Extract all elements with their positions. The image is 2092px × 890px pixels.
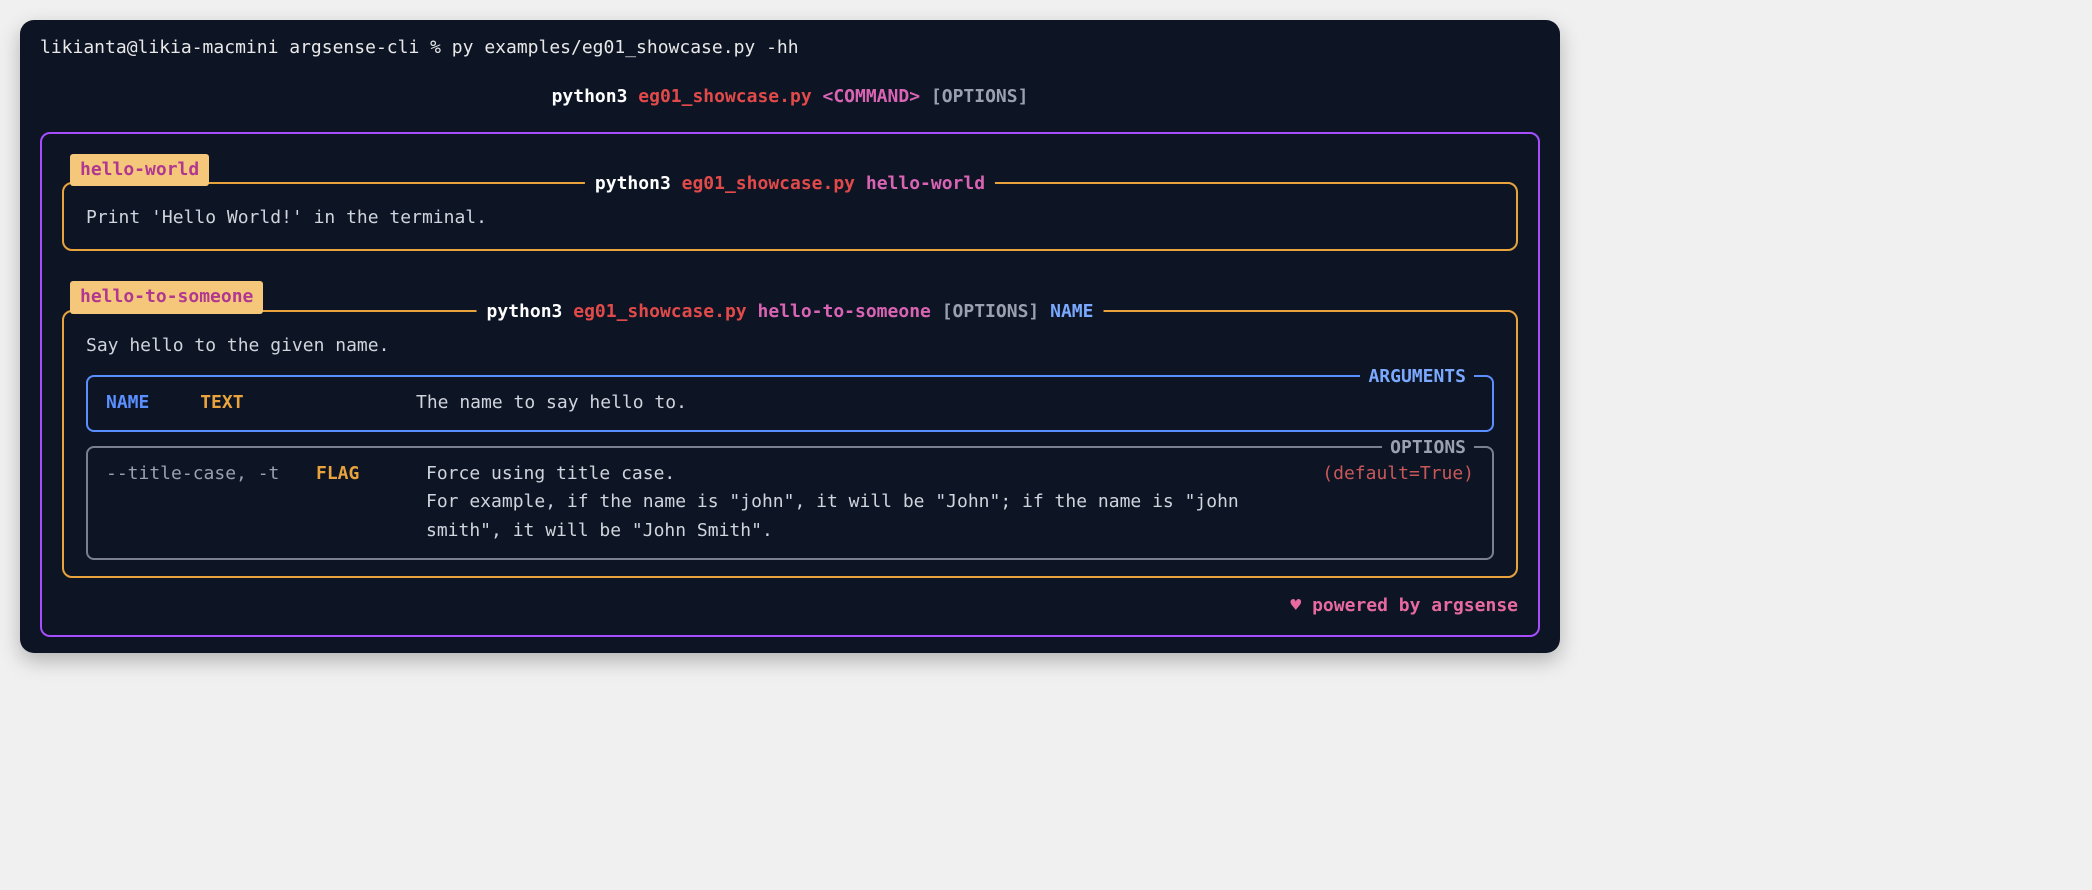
commands-panel: hello-world python3 eg01_showcase.py hel…	[40, 132, 1540, 637]
arg-type: TEXT	[200, 392, 243, 413]
cmd-arg: NAME	[1050, 301, 1093, 322]
command-box-hello-to-someone: python3 eg01_showcase.py hello-to-someon…	[62, 310, 1518, 578]
arg-desc: The name to say hello to.	[416, 389, 1474, 418]
cmd-opts: [OPTIONS]	[942, 301, 1040, 322]
arguments-box: ARGUMENTS NAME TEXT The name to say hell…	[86, 375, 1494, 432]
option-type: FLAG	[316, 460, 426, 546]
cmd-name: hello-to-someone	[757, 301, 930, 322]
arg-spacer	[306, 389, 416, 418]
option-desc-line2: For example, if the name is "john", it w…	[426, 491, 1239, 541]
options-box: OPTIONS --title-case, -t FLAG Force usin…	[86, 446, 1494, 560]
usage-line: python3 eg01_showcase.py <COMMAND> [OPTI…	[20, 71, 1560, 132]
command-box-hello-world: python3 eg01_showcase.py hello-world Pri…	[62, 182, 1518, 251]
option-default: (default=True)	[1322, 460, 1474, 546]
arg-name-col: NAME TEXT	[106, 389, 306, 418]
cmd-script: eg01_showcase.py	[573, 301, 746, 322]
heart-icon: ♥	[1290, 595, 1301, 616]
command-title-hello-world: python3 eg01_showcase.py hello-world	[585, 170, 995, 199]
option-row: --title-case, -t FLAG Force using title …	[106, 460, 1474, 546]
spacer	[62, 251, 1518, 281]
option-desc: Force using title case. For example, if …	[426, 460, 1322, 546]
usage-interpreter: python3	[552, 86, 628, 107]
usage-options: [OPTIONS]	[931, 86, 1029, 107]
footer-text: powered by argsense	[1312, 595, 1518, 616]
cmd-name: hello-world	[866, 173, 985, 194]
command-title-hello-to-someone: python3 eg01_showcase.py hello-to-someon…	[477, 298, 1104, 327]
arguments-label: ARGUMENTS	[1360, 363, 1474, 392]
usage-script: eg01_showcase.py	[638, 86, 811, 107]
argument-row: NAME TEXT The name to say hello to.	[106, 389, 1474, 418]
command-desc-hello-world: Print 'Hello World!' in the terminal.	[86, 198, 1494, 233]
command-desc-hello-to-someone: Say hello to the given name.	[86, 326, 1494, 361]
options-label: OPTIONS	[1382, 434, 1474, 463]
command-tag-hello-world: hello-world	[70, 154, 209, 187]
command-tag-hello-to-someone: hello-to-someone	[70, 281, 263, 314]
arg-name: NAME	[106, 389, 189, 418]
footer: ♥ powered by argsense	[62, 578, 1518, 621]
shell-prompt: likianta@likia-macmini argsense-cli % py…	[20, 20, 1560, 71]
cmd-interp: python3	[487, 301, 563, 322]
option-desc-line1: Force using title case.	[426, 463, 675, 484]
cmd-interp: python3	[595, 173, 671, 194]
usage-command: <COMMAND>	[823, 86, 921, 107]
option-name: --title-case, -t	[106, 460, 316, 546]
terminal-window: likianta@likia-macmini argsense-cli % py…	[20, 20, 1560, 653]
cmd-script: eg01_showcase.py	[682, 173, 855, 194]
